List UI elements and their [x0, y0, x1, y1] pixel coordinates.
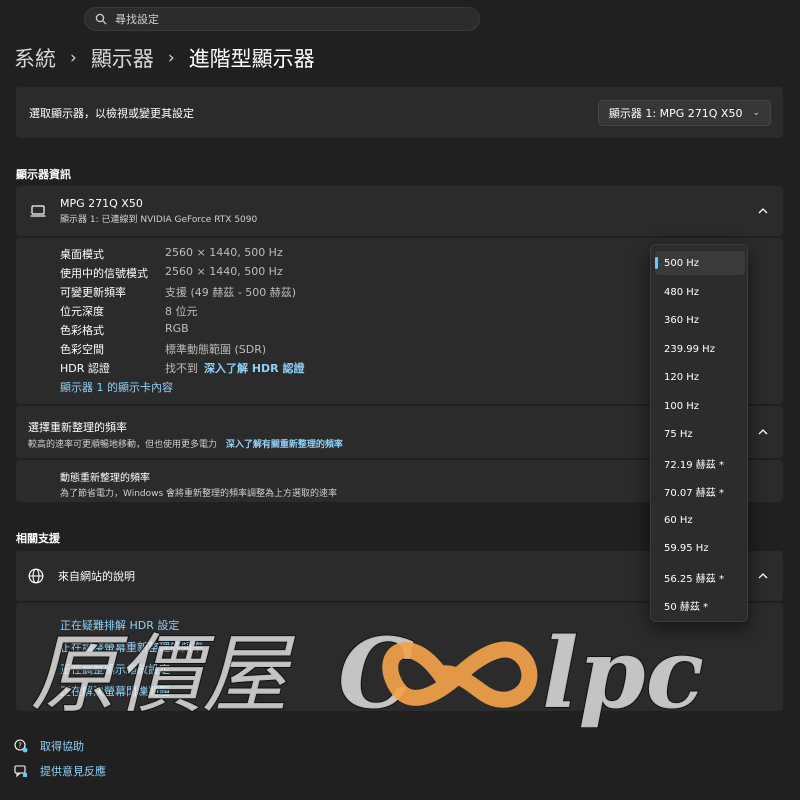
feedback-icon [14, 765, 27, 778]
chevron-up-icon[interactable] [757, 426, 769, 438]
info-row-color-space: 色彩空間 標準動態範圍 (SDR) [60, 341, 266, 357]
info-key: 位元深度 [60, 305, 104, 318]
info-row-desktop-mode: 桌面模式 2560 × 1440, 500 Hz [60, 246, 283, 262]
svg-text:?: ? [18, 742, 22, 750]
get-help-link[interactable]: ? 取得協助 [14, 738, 84, 754]
display-select-value: 顯示器 1: MPG 271Q X50 [608, 107, 743, 120]
refresh-option[interactable]: 100 Hz [655, 394, 745, 418]
info-key: HDR 認證 [60, 362, 110, 375]
globe-icon [28, 568, 44, 584]
info-row-hdr-cert: HDR 認證 找不到 深入了解 HDR 認證 [60, 360, 304, 376]
breadcrumb: 系統 › 顯示器 › 進階型顯示器 [14, 42, 315, 74]
chevron-up-icon[interactable] [757, 570, 769, 582]
refresh-option[interactable]: 56.25 赫茲 * [655, 565, 745, 589]
info-row-vrr: 可變更新頻率 支援 (49 赫茲 - 500 赫茲) [60, 284, 296, 300]
adapter-properties-link[interactable]: 顯示器 1 的顯示卡內容 [60, 379, 173, 395]
help-chat-icon: ? [14, 739, 28, 753]
breadcrumb-separator-icon: › [167, 48, 175, 68]
info-row-color-format: 色彩格式 RGB [60, 322, 189, 338]
select-display-card: 選取顯示器，以檢視或變更其設定 顯示器 1: MPG 271Q X50 ⌄ [16, 87, 783, 138]
info-key: 使用中的信號模式 [60, 267, 148, 280]
support-link-refresh[interactable]: 正在調整螢幕重新整理的頻率 [60, 639, 203, 655]
laptop-icon [30, 205, 46, 217]
refresh-option[interactable]: 75 Hz [655, 422, 745, 446]
feedback-label: 提供意見反應 [40, 765, 106, 778]
refresh-option[interactable]: 500 Hz [655, 251, 745, 275]
chevron-down-icon: ⌄ [752, 108, 760, 118]
web-help-label: 來自網站的說明 [58, 570, 135, 583]
info-value: 找不到 [165, 362, 198, 375]
chevron-up-icon[interactable] [757, 205, 769, 217]
refresh-option[interactable]: 70.07 赫茲 * [655, 479, 745, 503]
feedback-link[interactable]: 提供意見反應 [14, 763, 106, 779]
get-help-label: 取得協助 [40, 740, 84, 753]
display-select-dropdown[interactable]: 顯示器 1: MPG 271Q X50 ⌄ [597, 100, 771, 126]
info-value: RGB [165, 322, 189, 335]
info-key: 桌面模式 [60, 248, 104, 261]
refresh-option[interactable]: 60 Hz [655, 508, 745, 532]
display-info-heading: 顯示器資訊 [16, 168, 71, 181]
select-display-label: 選取顯示器，以檢視或變更其設定 [29, 106, 194, 120]
hdr-cert-link[interactable]: 深入了解 HDR 認證 [204, 360, 304, 376]
search-box[interactable]: 尋找設定 [84, 7, 480, 31]
info-value: 2560 × 1440, 500 Hz [165, 265, 283, 278]
refresh-option[interactable]: 360 Hz [655, 308, 745, 332]
refresh-option[interactable]: 59.95 Hz [655, 536, 745, 560]
info-row-active-signal: 使用中的信號模式 2560 × 1440, 500 Hz [60, 265, 283, 281]
monitor-name: MPG 271Q X50 [60, 197, 143, 210]
refresh-rate-flyout: 500 Hz 480 Hz 360 Hz 239.99 Hz 120 Hz 10… [650, 244, 748, 622]
refresh-option[interactable]: 72.19 赫茲 * [655, 451, 745, 475]
breadcrumb-display[interactable]: 顯示器 [91, 43, 154, 73]
monitor-connection: 顯示器 1: 已連線到 NVIDIA GeForce RTX 5090 [60, 215, 258, 225]
info-key: 色彩空間 [60, 343, 104, 356]
search-icon [95, 13, 107, 25]
refresh-option[interactable]: 480 Hz [655, 280, 745, 304]
refresh-rate-learn-more-link[interactable]: 深入了解有關重新整理的頻率 [226, 440, 343, 450]
info-value: 標準動態範圍 (SDR) [165, 343, 267, 356]
refresh-option[interactable]: 120 Hz [655, 365, 745, 389]
support-link-scaling[interactable]: 正在調整顯示縮放設定 [60, 661, 170, 677]
search-placeholder: 尋找設定 [115, 13, 159, 26]
monitor-card[interactable]: MPG 271Q X50 顯示器 1: 已連線到 NVIDIA GeForce … [16, 186, 783, 236]
support-link-hdr[interactable]: 正在疑難排解 HDR 設定 [60, 617, 179, 633]
support-link-flicker[interactable]: 正在解決螢幕閃爍問題 [60, 683, 170, 699]
refresh-option[interactable]: 239.99 Hz [655, 337, 745, 361]
breadcrumb-system[interactable]: 系統 [14, 43, 56, 73]
info-key: 可變更新頻率 [60, 286, 126, 299]
refresh-rate-desc-text: 較高的速率可更順暢地移動，但也使用更多電力 [28, 440, 218, 450]
info-value: 支援 (49 赫茲 - 500 赫茲) [165, 286, 297, 299]
refresh-option[interactable]: 50 赫茲 * [655, 593, 745, 617]
page-title: 進階型顯示器 [188, 47, 315, 71]
info-row-bit-depth: 位元深度 8 位元 [60, 303, 198, 319]
info-value: 8 位元 [165, 305, 198, 318]
related-support-heading: 相關支援 [16, 532, 60, 545]
info-key: 色彩格式 [60, 324, 104, 337]
breadcrumb-separator-icon: › [70, 48, 77, 68]
info-value: 2560 × 1440, 500 Hz [165, 246, 283, 259]
